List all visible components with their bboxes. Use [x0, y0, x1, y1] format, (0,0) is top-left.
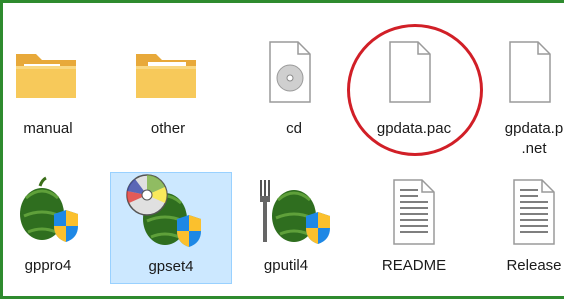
text-file-icon [513, 179, 555, 245]
file-label: README [381, 257, 447, 274]
file-label: gpdata.pac [376, 120, 452, 137]
file-item-release[interactable]: Release [478, 172, 564, 284]
file-item-readme[interactable]: README [358, 172, 470, 284]
file-item-gputil4[interactable]: gputil4 [230, 172, 342, 284]
file-label: Release [506, 257, 562, 274]
file-item-gppro4[interactable]: gppro4 [0, 172, 104, 284]
file-item-other[interactable]: other [112, 20, 224, 150]
file-label: other [150, 120, 186, 137]
blank-file-icon [389, 41, 431, 103]
file-label-line2: .net [521, 140, 547, 157]
file-item-manual[interactable]: manual [0, 20, 104, 150]
file-item-gpdata-net[interactable]: gpdata.p .net [478, 20, 564, 170]
melon-shield-icon [20, 176, 78, 242]
folder-icon [16, 54, 76, 98]
file-label: cd [286, 120, 302, 137]
text-file-icon [393, 179, 435, 245]
melon-fork-shield-icon [260, 180, 330, 244]
file-item-cd[interactable]: cd [238, 20, 350, 150]
blank-file-icon [509, 41, 551, 103]
file-label: manual [23, 120, 73, 137]
file-label: gpset4 [148, 258, 194, 275]
melon-cd-shield-icon [126, 174, 201, 247]
file-label: gppro4 [24, 257, 72, 274]
file-item-gpset4[interactable]: gpset4 [110, 172, 232, 284]
file-item-gpdata-pac[interactable]: gpdata.pac [358, 20, 470, 150]
cd-file-icon [269, 41, 311, 103]
file-label: gputil4 [263, 257, 309, 274]
folder-icon [136, 54, 196, 98]
file-label-line1: gpdata.p [504, 120, 564, 137]
